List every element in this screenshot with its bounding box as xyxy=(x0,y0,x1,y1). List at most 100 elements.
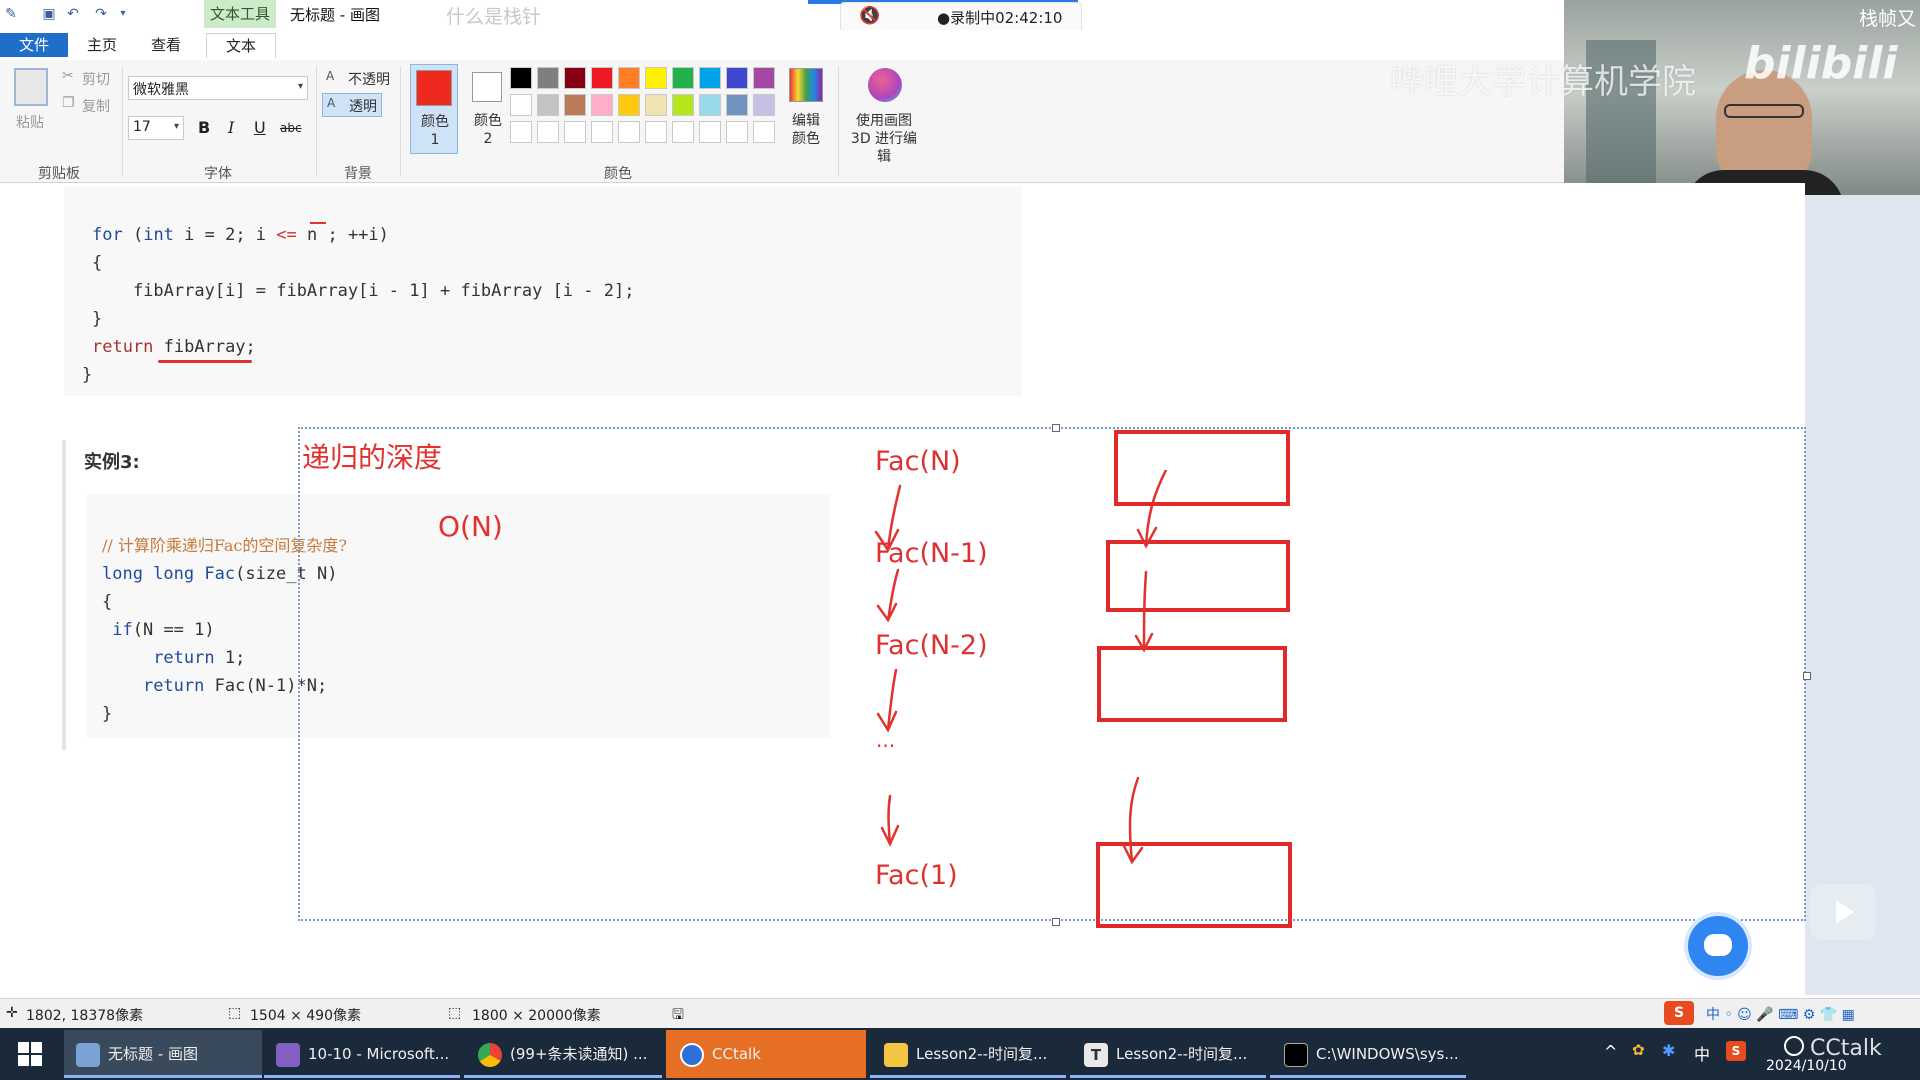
arrow-head xyxy=(876,602,898,623)
watermark-text: 哔哩大学计算机学院 xyxy=(1390,62,1696,102)
chevron-down-icon: ▾ xyxy=(297,81,303,92)
tab-view[interactable]: 查看 xyxy=(144,33,188,57)
undo-icon[interactable]: ↶ xyxy=(64,5,82,23)
color1-button[interactable]: 颜色 1 xyxy=(410,64,458,154)
tray-app-icon[interactable]: ✿ xyxy=(1632,1041,1645,1059)
taskbar-item-chrome[interactable]: (99+条未读通知) ... xyxy=(464,1030,662,1078)
ime-toolbar[interactable]: 中 ◦ ☺ 🎤 ⌨ ⚙ 👕 ▦ xyxy=(1706,1004,1855,1024)
palette-swatch[interactable] xyxy=(645,94,667,116)
tab-text[interactable]: 文本 xyxy=(206,33,276,58)
bold-button[interactable]: B xyxy=(198,118,210,137)
copy-button[interactable]: 复制 xyxy=(82,96,110,116)
selection-handle[interactable] xyxy=(1052,424,1060,432)
sogou-ime-icon[interactable]: S xyxy=(1664,1001,1694,1025)
palette-swatch[interactable] xyxy=(753,121,775,143)
palette-swatch[interactable] xyxy=(591,121,613,143)
font-size-select[interactable]: 17 ▾ xyxy=(128,116,184,140)
taskbar-item-lesson-doc[interactable]: T Lesson2--时间复... xyxy=(1070,1030,1266,1078)
taskbar-item-cmd[interactable]: C:\WINDOWS\sys... xyxy=(1270,1030,1466,1078)
disk-icon: 🖫 xyxy=(672,1007,684,1023)
palette-swatch[interactable] xyxy=(726,121,748,143)
palette-swatch[interactable] xyxy=(591,67,613,89)
transparent-button[interactable]: A 透明 xyxy=(322,93,382,117)
handwritten-arrows xyxy=(874,470,1168,865)
color2-label: 颜色 2 xyxy=(474,113,502,147)
color2-button[interactable]: 颜色 2 xyxy=(464,64,512,154)
tray-expand-icon[interactable]: ^ xyxy=(1604,1042,1617,1061)
color1-swatch xyxy=(416,70,452,106)
palette-swatch[interactable] xyxy=(537,67,559,89)
palette-swatch[interactable] xyxy=(645,121,667,143)
ribbon-divider xyxy=(838,66,839,176)
strikethrough-button[interactable]: abc xyxy=(280,121,302,135)
paste-icon[interactable] xyxy=(14,68,48,106)
paint-app-icon: ✎ xyxy=(5,6,17,22)
selection-handle[interactable] xyxy=(1052,918,1060,926)
windows-start-icon[interactable] xyxy=(18,1042,42,1066)
folder-icon xyxy=(884,1042,908,1067)
ime-indicator[interactable]: 中 xyxy=(1694,1041,1710,1065)
palette-swatch[interactable] xyxy=(726,67,748,89)
ribbon-divider xyxy=(316,66,317,176)
palette-swatch[interactable] xyxy=(537,121,559,143)
palette-swatch[interactable] xyxy=(699,121,721,143)
palette-swatch[interactable] xyxy=(699,94,721,116)
taskbar-item-visual-studio[interactable]: 10-10 - Microsoft... xyxy=(264,1030,460,1078)
palette-swatch[interactable] xyxy=(672,67,694,89)
paint-icon xyxy=(76,1042,100,1067)
palette-swatch[interactable] xyxy=(618,67,640,89)
save-icon[interactable]: ▣ xyxy=(40,5,58,23)
italic-button[interactable]: I xyxy=(228,118,234,137)
cut-button[interactable]: 剪切 xyxy=(82,69,110,89)
code-line: for (int i = 2; i <= n ; ++i) xyxy=(92,225,389,245)
palette-swatch[interactable] xyxy=(753,67,775,89)
selection-handle[interactable] xyxy=(1803,672,1811,680)
paint3d-icon[interactable] xyxy=(868,68,902,102)
qat-dropdown-icon[interactable]: ▾ xyxy=(114,5,132,23)
palette-swatch[interactable] xyxy=(753,94,775,116)
palette-swatch[interactable] xyxy=(510,67,532,89)
recording-widget[interactable]: 🔇 ●录制中02:42:10 xyxy=(840,2,1082,32)
palette-swatch[interactable] xyxy=(510,121,532,143)
opaque-button[interactable]: 不透明 xyxy=(348,69,390,89)
palette-swatch[interactable] xyxy=(591,94,613,116)
taskbar-item-lesson-file[interactable]: Lesson2--时间复... xyxy=(870,1030,1066,1078)
window-title: 无标题 - 画图 xyxy=(290,6,380,24)
transparent-label: 透明 xyxy=(349,99,377,115)
palette-swatch[interactable] xyxy=(618,94,640,116)
arrow-path xyxy=(1142,570,1148,652)
tab-home[interactable]: 主页 xyxy=(80,33,124,57)
ribbon-divider xyxy=(122,66,123,176)
paste-button[interactable]: 粘贴 xyxy=(16,112,44,132)
palette-swatch[interactable] xyxy=(564,67,586,89)
underline-button[interactable]: U xyxy=(254,118,266,137)
font-family-select[interactable]: 微软雅黑 ▾ xyxy=(128,76,308,100)
chat-bubble-button[interactable] xyxy=(1688,916,1748,976)
underline-mark xyxy=(310,222,326,224)
quote-bar xyxy=(62,440,66,750)
code-line: fibArray[i] = fibArray[i - 1] + fibArray… xyxy=(92,281,635,301)
code-fib: for (int i = 2; i <= n ; ++i) { fibArray[… xyxy=(82,193,635,417)
palette-swatch[interactable] xyxy=(672,94,694,116)
color2-swatch xyxy=(472,72,502,102)
bluetooth-icon[interactable]: ✱ xyxy=(1662,1041,1675,1060)
taskbar-item-cctalk[interactable]: CCtalk xyxy=(666,1030,866,1078)
sogou-tray-icon[interactable]: S xyxy=(1726,1041,1746,1061)
palette-swatch[interactable] xyxy=(726,94,748,116)
palette-swatch[interactable] xyxy=(564,94,586,116)
palette-swatch[interactable] xyxy=(618,121,640,143)
tab-file[interactable]: 文件 xyxy=(0,33,68,57)
paint3d-button[interactable]: 使用画图 3D 进行编辑 xyxy=(844,112,924,166)
palette-swatch[interactable] xyxy=(699,67,721,89)
taskbar-item-paint[interactable]: 无标题 - 画图 xyxy=(64,1030,262,1078)
edit-colors-button[interactable]: 编辑颜色 xyxy=(788,112,824,148)
palette-swatch[interactable] xyxy=(537,94,559,116)
palette-swatch[interactable] xyxy=(510,94,532,116)
video-play-button[interactable] xyxy=(1810,884,1876,940)
edit-colors-icon[interactable] xyxy=(789,68,823,102)
palette-swatch[interactable] xyxy=(564,121,586,143)
speaker-muted-icon[interactable]: 🔇 xyxy=(859,6,880,26)
redo-icon[interactable]: ↷ xyxy=(92,5,110,23)
palette-swatch[interactable] xyxy=(672,121,694,143)
palette-swatch[interactable] xyxy=(645,67,667,89)
